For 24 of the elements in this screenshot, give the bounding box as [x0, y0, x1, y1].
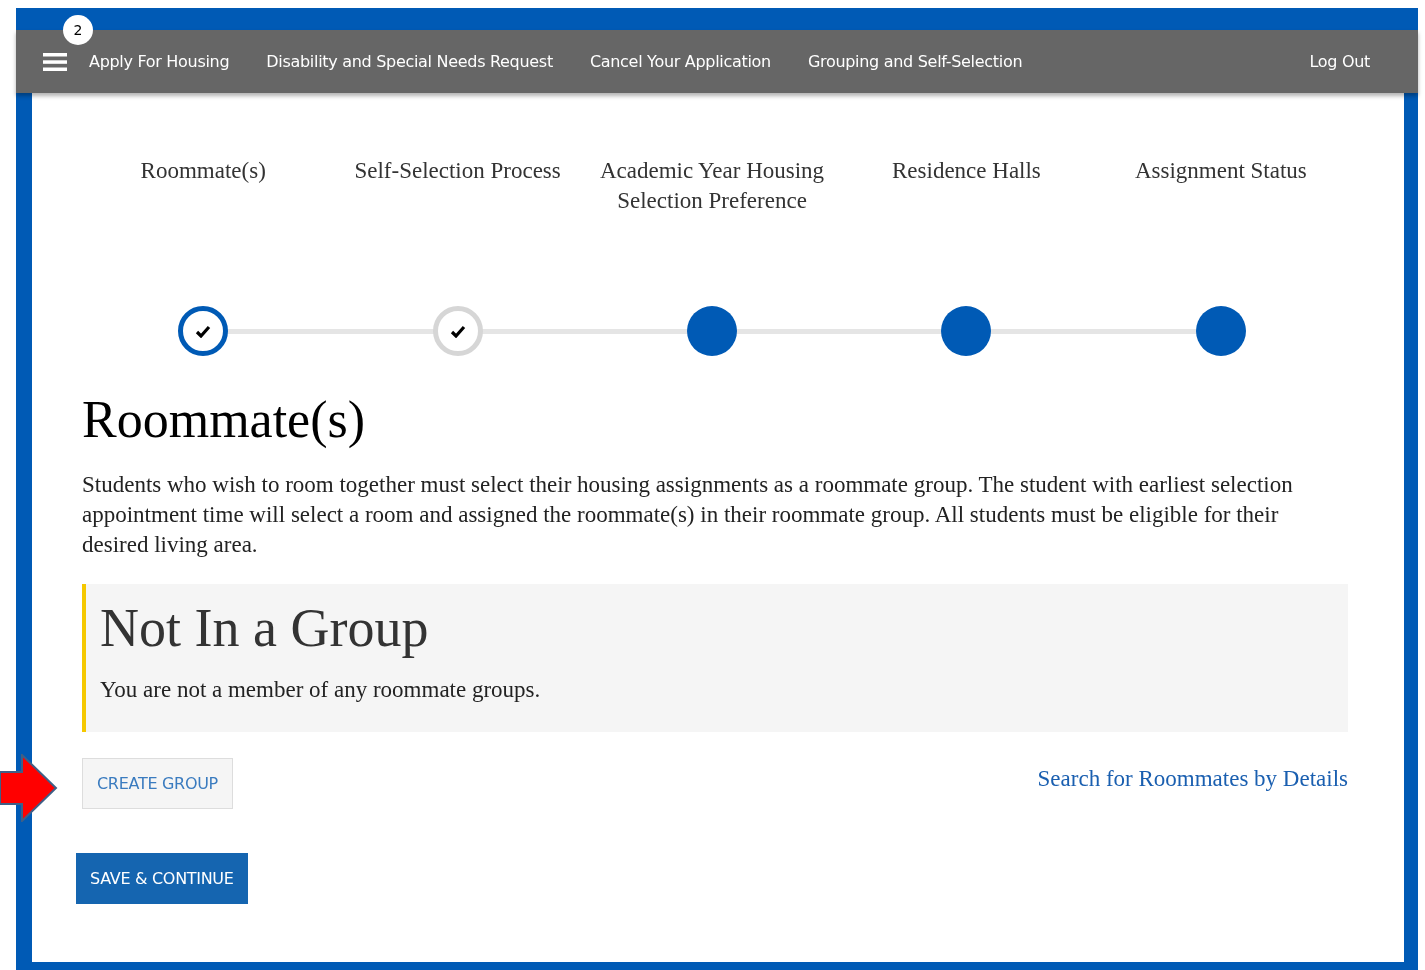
nav-link[interactable]: Disability and Special Needs Request — [266, 52, 553, 71]
step-indicator[interactable] — [941, 306, 992, 356]
step-indicator[interactable] — [1195, 306, 1246, 356]
save-continue-button[interactable]: SAVE & CONTINUE — [76, 853, 248, 904]
step-label: Roommate(s) — [140, 157, 266, 185]
notice-title: Not In a Group — [100, 597, 430, 660]
create-group-button[interactable]: CREATE GROUP — [82, 758, 233, 809]
intro-text: Students who wish to room together must select their housing assignments as a roommate group. The student with earliest selection appointment time will select a room and assigned the roommate(s) in their roommate group. All students must be eligible for their desired living area. — [82, 471, 1294, 559]
menu-icon[interactable] — [43, 51, 67, 72]
step-indicator[interactable] — [178, 306, 229, 356]
notice-text: You are not a member of any roommate groups. — [100, 676, 542, 704]
step-label: Academic Year Housing Selection Preference — [598, 157, 826, 215]
nav-link[interactable]: Apply For Housing — [89, 52, 230, 71]
search-roommates-link[interactable]: Search for Roommates by Details — [1037, 766, 1348, 792]
step-label: Assignment Status — [1134, 157, 1307, 185]
nav-link[interactable]: Grouping and Self-Selection — [807, 52, 1023, 71]
nav-link[interactable]: Cancel Your Application — [589, 52, 771, 71]
page-heading: Roommate(s) — [82, 390, 367, 450]
step-label: Residence Halls — [892, 157, 1041, 185]
logout-link[interactable]: Log Out — [1309, 52, 1370, 71]
arrow-drawing — [0, 754, 58, 822]
step-label: Self-Selection Process — [354, 157, 561, 185]
notification-badge: 2 — [63, 15, 93, 45]
step-indicator[interactable] — [687, 306, 737, 356]
